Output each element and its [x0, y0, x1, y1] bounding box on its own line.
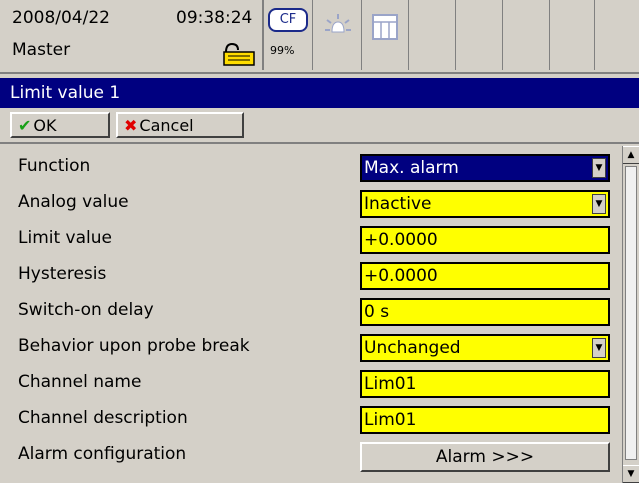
field-value: +0.0000 — [364, 266, 438, 286]
probe-break-dropdown[interactable]: Unchanged ▼ — [360, 334, 610, 362]
scroll-down-arrow-icon[interactable]: ▼ — [623, 465, 639, 483]
field-label: Hysteresis — [18, 264, 107, 284]
ok-label: OK — [33, 116, 57, 135]
datetime-panel: 2008/04/22 09:38:24 Master — [0, 0, 264, 70]
cancel-button[interactable]: ✖ Cancel — [116, 112, 244, 138]
cf-usage-percent: 99% — [270, 44, 295, 57]
alarm-bell-icon — [325, 14, 351, 33]
status-slot-empty — [550, 0, 595, 70]
form-row-channel-description: Channel description Lim01 — [0, 402, 620, 438]
field-label: Channel name — [18, 372, 142, 392]
alarm-configuration-button[interactable]: Alarm >>> — [360, 442, 610, 472]
hysteresis-input[interactable]: +0.0000 — [360, 262, 610, 290]
ok-button[interactable]: ✔ OK — [10, 112, 110, 138]
form-row-limit-value: Limit value +0.0000 — [0, 222, 620, 258]
status-slot-empty — [503, 0, 550, 70]
cf-card-status: CF 99% — [264, 0, 313, 70]
chevron-down-icon[interactable]: ▼ — [592, 338, 606, 358]
table-icon — [372, 14, 398, 40]
form-row-switch-on-delay: Switch-on delay 0 s — [0, 294, 620, 330]
chevron-down-icon[interactable]: ▼ — [592, 158, 606, 178]
channel-name-input[interactable]: Lim01 — [360, 370, 610, 398]
status-slot-empty — [456, 0, 503, 70]
lock-icon — [223, 42, 255, 66]
form-row-function: Function Max. alarm ▼ — [0, 150, 620, 186]
field-label: Behavior upon probe break — [18, 336, 250, 356]
date-display: 2008/04/22 — [12, 8, 110, 28]
scroll-thumb[interactable] — [625, 166, 637, 460]
alarm-slot — [313, 0, 362, 70]
user-display: Master — [12, 40, 71, 60]
scroll-up-arrow-icon[interactable]: ▲ — [623, 146, 639, 164]
form-row-analog-value: Analog value Inactive ▼ — [0, 186, 620, 222]
analog-value-dropdown[interactable]: Inactive ▼ — [360, 190, 610, 218]
field-value: 0 s — [364, 302, 390, 322]
time-display: 09:38:24 — [176, 8, 253, 28]
form-row-probe-break: Behavior upon probe break Unchanged ▼ — [0, 330, 620, 366]
dialog-toolbar: ✔ OK ✖ Cancel — [0, 108, 639, 144]
settings-form: Function Max. alarm ▼ Analog value Inact… — [0, 146, 620, 483]
field-label: Alarm configuration — [18, 444, 187, 464]
channel-description-input[interactable]: Lim01 — [360, 406, 610, 434]
scrollbar[interactable]: ▲ ▼ — [622, 146, 639, 483]
form-row-channel-name: Channel name Lim01 — [0, 366, 620, 402]
cf-card-icon: CF — [268, 8, 308, 32]
field-label: Analog value — [18, 192, 129, 212]
field-value: Lim01 — [364, 410, 417, 430]
status-bar: 2008/04/22 09:38:24 Master CF 99% — [0, 0, 639, 74]
field-label: Switch-on delay — [18, 300, 154, 320]
form-row-hysteresis: Hysteresis +0.0000 — [0, 258, 620, 294]
close-icon: ✖ — [124, 116, 138, 135]
field-value: Inactive — [364, 194, 432, 214]
limit-value-input[interactable]: +0.0000 — [360, 226, 610, 254]
table-slot — [362, 0, 409, 70]
field-label: Function — [18, 156, 91, 176]
status-slot-empty — [595, 0, 639, 70]
field-value: Lim01 — [364, 374, 417, 394]
field-value: Max. alarm — [364, 158, 459, 178]
form-row-alarm-configuration: Alarm configuration Alarm >>> — [0, 438, 620, 474]
field-value: +0.0000 — [364, 230, 438, 250]
function-dropdown[interactable]: Max. alarm ▼ — [360, 154, 610, 182]
field-value: Unchanged — [364, 338, 461, 358]
field-label: Channel description — [18, 408, 188, 428]
field-label: Limit value — [18, 228, 112, 248]
check-icon: ✔ — [18, 116, 32, 135]
switch-on-delay-input[interactable]: 0 s — [360, 298, 610, 326]
chevron-down-icon[interactable]: ▼ — [592, 194, 606, 214]
window-title: Limit value 1 — [0, 78, 639, 108]
status-slot-empty — [409, 0, 456, 70]
cancel-label: Cancel — [139, 116, 194, 135]
